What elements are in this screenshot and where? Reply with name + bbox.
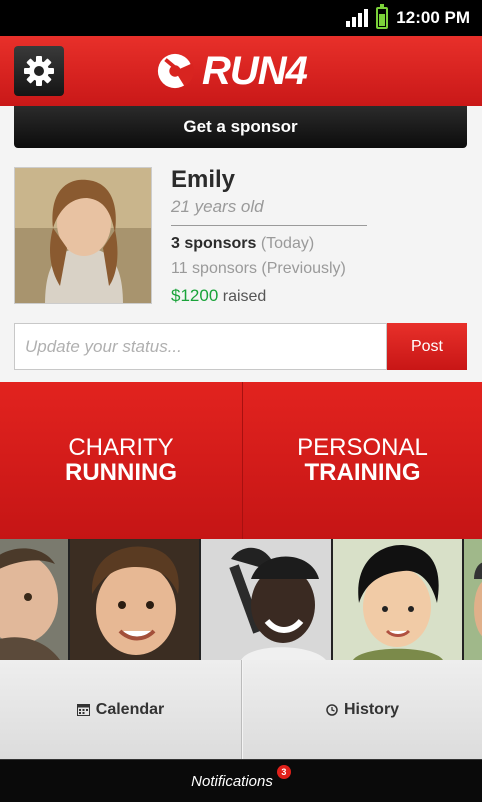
sponsors-today-suffix: (Today) [260,235,315,252]
charity-running-tile[interactable]: CHARITY RUNNING [0,382,242,539]
get-sponsor-button[interactable]: Get a sponsor [14,106,467,148]
settings-button[interactable] [14,46,64,96]
history-button[interactable]: History [243,660,482,759]
profile-divider [171,225,367,226]
profile-age: 21 years old [171,197,264,216]
sponsors-previous: 11 sponsors (Previously) [171,260,346,277]
raised-amount: $1200 [171,286,219,305]
people-photo-strip[interactable] [0,539,482,660]
post-button[interactable]: Post [387,323,467,370]
amount-raised: $1200 raised [171,286,266,306]
run4-logo-icon [157,53,194,89]
sponsors-today-count: 3 sponsors [171,235,257,252]
profile-photo[interactable] [14,167,152,304]
status-input[interactable] [14,323,387,370]
notifications-label: Notifications [191,772,273,790]
personal-tile-line2: TRAINING [304,458,421,486]
calendar-label: Calendar [95,700,165,718]
personal-training-tile[interactable]: PERSONAL TRAINING [243,382,482,539]
charity-tile-line2: RUNNING [65,458,177,486]
person-photo[interactable] [0,539,68,660]
history-label: History [343,700,400,718]
calendar-icon [76,704,90,716]
person-photo[interactable] [464,539,482,660]
charity-tile-line1: CHARITY [68,433,174,461]
clock-icon [326,703,338,716]
notifications-badge: 3 [276,765,291,779]
person-photo[interactable] [333,539,462,660]
calendar-button[interactable]: Calendar [0,660,242,759]
status-bar: 12:00 PM [0,0,482,36]
battery-icon [376,4,389,29]
personal-tile-line1: PERSONAL [297,433,428,461]
brand-name: RUN4 [202,48,308,93]
notifications-bar[interactable]: Notifications 3 [0,759,482,802]
person-photo[interactable] [70,539,199,660]
person-photo[interactable] [201,539,331,660]
status-time: 12:00 PM [396,8,470,27]
profile-photo-image [15,168,151,303]
brand: RUN4 [156,48,308,94]
sponsors-today: 3 sponsors (Today) [171,235,314,253]
app-header: RUN4 [0,36,482,106]
signal-icon [346,9,369,27]
gear-icon [24,56,54,86]
profile-name: Emily [171,166,236,193]
raised-label: raised [222,288,267,305]
